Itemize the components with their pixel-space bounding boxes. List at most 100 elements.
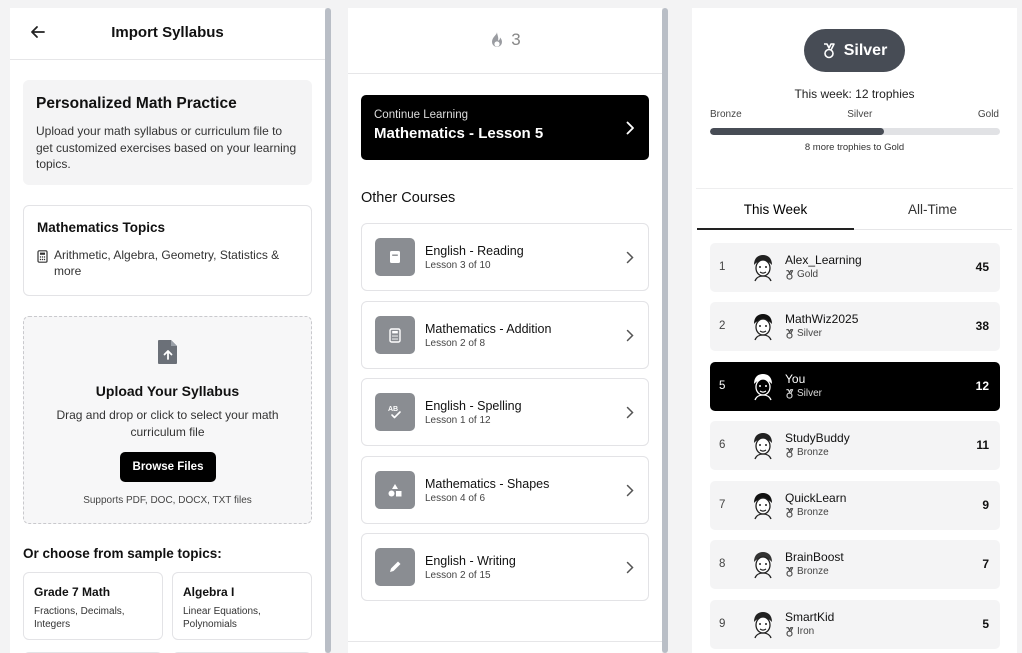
player-name: BrainBoost (785, 550, 844, 564)
tab-all-time[interactable]: All-Time (854, 202, 1011, 217)
course-title: English - Spelling (425, 399, 522, 413)
avatar-icon (754, 374, 772, 401)
spellcheck-icon: AB (388, 406, 401, 419)
other-courses-heading: Other Courses (361, 190, 456, 206)
player-league: Silver (785, 388, 822, 399)
chevron-right-icon (626, 121, 634, 135)
trophy-score: 45 (975, 260, 989, 274)
leaderboard-row[interactable]: 2 MathWiz2025 Silver 38 (710, 302, 1000, 351)
continue-label: Continue Learning (374, 109, 468, 121)
course-card-english-writing[interactable]: English - Writing Lesson 2 of 15 (361, 533, 649, 601)
leaderboard-row[interactable]: 7 QuickLearn Bronze 9 (710, 481, 1000, 530)
trophy-score: 11 (976, 438, 989, 452)
rank-number: 9 (719, 618, 726, 630)
tier-label: Bronze (710, 109, 742, 120)
chevron-right-icon (626, 251, 634, 264)
leaderboard-row[interactable]: 6 StudyBuddy Bronze 11 (710, 421, 1000, 470)
course-title: English - Reading (425, 244, 524, 258)
course-icon-tile (375, 316, 415, 354)
player-name: Alex_Learning (785, 253, 862, 267)
browse-files-button[interactable]: Browse Files (120, 452, 216, 482)
continue-course-title: Mathematics - Lesson 5 (374, 125, 544, 142)
trophy-score: 5 (982, 617, 989, 631)
intro-title: Personalized Math Practice (36, 95, 237, 112)
medal-icon (786, 447, 794, 458)
course-icon-tile (375, 471, 415, 509)
player-league-label: Bronze (797, 507, 829, 518)
topics-card: Mathematics Topics Arithmetic, Algebra, … (23, 205, 312, 296)
course-card-english-spelling[interactable]: AB English - Spelling Lesson 1 of 12 (361, 378, 649, 446)
weekly-trophies: This week: 12 trophies (794, 87, 915, 101)
sample-topics-heading: Or choose from sample topics: (23, 546, 222, 561)
rank-number: 8 (719, 558, 726, 570)
sample-topic-card[interactable]: Algebra I Linear Equations, Polynomials (172, 572, 312, 640)
leaderboard-row-current-user[interactable]: 5 You Silver 12 (710, 362, 1000, 411)
league-name: Silver (843, 41, 888, 59)
book-icon (390, 251, 400, 263)
course-progress: Lesson 1 of 12 (425, 415, 491, 426)
course-progress: Lesson 2 of 8 (425, 338, 486, 349)
courses-panel: 3 Continue Learning Mathematics - Lesson… (348, 8, 662, 653)
medal-icon (786, 269, 794, 280)
leaderboard-row[interactable]: 1 Alex_Learning Gold 45 (710, 243, 1000, 292)
course-card-mathematics-addition[interactable]: Mathematics - Addition Lesson 2 of 8 (361, 301, 649, 369)
sample-topic-title: Algebra I (183, 585, 235, 599)
league-badge: Silver (804, 29, 905, 72)
course-title: Mathematics - Addition (425, 322, 552, 336)
active-tab-indicator (697, 228, 854, 230)
medal-icon (786, 507, 794, 518)
rank-number: 7 (719, 499, 726, 511)
sample-topic-desc: Linear Equations, Polynomials (183, 606, 261, 630)
course-title: Mathematics - Shapes (425, 477, 550, 491)
upload-description: Drag and drop or click to select your ma… (56, 408, 279, 439)
rank-number: 1 (719, 261, 726, 273)
tier-label: Silver (847, 109, 873, 120)
tab-this-week[interactable]: This Week (697, 202, 854, 217)
medal-icon (786, 328, 794, 339)
player-league: Iron (785, 626, 814, 637)
player-name: QuickLearn (785, 491, 847, 505)
player-league-label: Bronze (797, 566, 829, 577)
course-icon-tile (375, 548, 415, 586)
divider (348, 641, 662, 642)
intro-card: Personalized Math Practice Upload your m… (23, 80, 312, 185)
rank-number: 2 (719, 320, 726, 332)
avatar-icon (754, 552, 772, 579)
rank-number: 5 (719, 380, 726, 392)
streak-count: 3 (511, 30, 521, 49)
course-card-mathematics-shapes[interactable]: Mathematics - Shapes Lesson 4 of 6 (361, 456, 649, 524)
medal-icon (786, 566, 794, 577)
course-icon-tile: AB (375, 393, 415, 431)
continue-learning-card[interactable]: Continue Learning Mathematics - Lesson 5 (361, 95, 649, 160)
player-league: Bronze (785, 507, 829, 518)
topics-title: Mathematics Topics (37, 220, 166, 235)
avatar-icon (754, 433, 772, 460)
supported-formats: Supports PDF, DOC, DOCX, TXT files (83, 495, 252, 506)
trophy-score: 9 (982, 498, 989, 512)
import-syllabus-panel: Import Syllabus Personalized Math Practi… (10, 8, 325, 653)
upload-title: Upload Your Syllabus (95, 383, 240, 399)
player-league: Gold (785, 269, 818, 280)
course-card-english-reading[interactable]: English - Reading Lesson 3 of 10 (361, 223, 649, 291)
tier-label: Gold (977, 109, 999, 120)
course-title: English - Writing (425, 554, 516, 568)
avatar-icon (754, 255, 772, 282)
trophy-score: 38 (975, 319, 989, 333)
player-league-label: Silver (797, 328, 823, 339)
player-league-label: Iron (797, 626, 815, 637)
intro-description: Upload your math syllabus or curriculum … (36, 124, 297, 171)
course-icon-tile (375, 238, 415, 276)
avatar-icon (754, 314, 772, 341)
leaderboard-row[interactable]: 8 BrainBoost Bronze 7 (710, 540, 1000, 589)
scrollbar[interactable] (325, 8, 331, 653)
player-name: MathWiz2025 (785, 312, 859, 326)
upload-dropzone[interactable]: Upload Your Syllabus Drag and drop or cl… (23, 316, 312, 524)
chevron-right-icon (626, 329, 634, 342)
medal-icon (786, 388, 794, 399)
scrollbar[interactable] (662, 8, 668, 653)
sample-topic-card[interactable]: Grade 7 Math Fractions, Decimals, Intege… (23, 572, 163, 640)
divider (696, 188, 1013, 189)
tier-labels: Bronze Silver Gold (710, 109, 999, 120)
rank-number: 6 (719, 439, 726, 451)
leaderboard-row[interactable]: 9 SmartKid Iron 5 (710, 600, 1000, 649)
